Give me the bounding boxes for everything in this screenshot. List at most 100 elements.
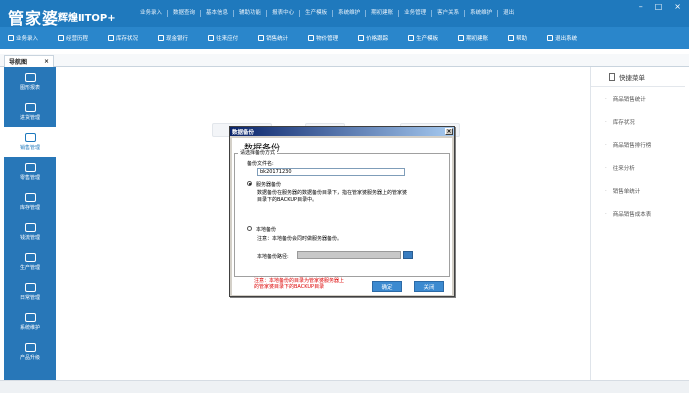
top-menu-item[interactable]: 数据查询 <box>168 10 202 17</box>
tab-close-icon[interactable]: × <box>44 58 49 65</box>
sidebar-item-daily[interactable]: 日常管理 <box>4 277 56 307</box>
quick-menu-item[interactable]: 库存状况 <box>591 110 685 133</box>
sidebar-item-system[interactable]: 系统维护 <box>4 307 56 337</box>
dialog-body: 数据备份 请选择备份方式 备份文件名: bk20171230 服务器备份 数据备… <box>232 138 452 295</box>
sidebar-item-charts[interactable]: 图形报表 <box>4 67 56 97</box>
toolbar-stock-button[interactable]: 库存状况 <box>108 34 138 42</box>
document-icon <box>609 72 615 81</box>
top-menu-item[interactable]: 辅助功能 <box>234 10 268 17</box>
title-bar: 管家婆 辉煌ⅡTOP+ 业务录入 数据查询 基本信息 辅助功能 报表中心 生产模… <box>0 0 689 28</box>
toolbar-entry-button[interactable]: 业务录入 <box>8 34 38 42</box>
sidebar-item-purchase[interactable]: 进货管理 <box>4 97 56 127</box>
home-icon <box>24 193 36 202</box>
toolbar-label: 价格跟踪 <box>366 36 389 42</box>
top-menu-item[interactable]: 系统维护 <box>333 10 367 17</box>
sidebar-item-production[interactable]: 生产管理 <box>4 247 56 277</box>
sidebar-item-retail[interactable]: 零售管理 <box>4 157 56 187</box>
toolbar-history-button[interactable]: 经营历程 <box>58 34 88 42</box>
dialog-title-bar: 数据备份 × <box>230 127 454 136</box>
sidebar-item-label: 产品升级 <box>19 355 40 361</box>
sidebar-item-label: 进货管理 <box>19 115 40 121</box>
top-menu-item[interactable]: 客户关系 <box>432 10 466 17</box>
tab-navigation[interactable]: 导航图 × <box>4 55 54 67</box>
server-backup-note: 数据备份在服务器的数据备份目录下，指在管家婆服务器上的管家婆目录下的BACKUP… <box>257 190 408 203</box>
goods-icon <box>308 35 315 41</box>
sales-icon <box>258 35 265 41</box>
app-logo: 管家婆 <box>8 9 60 28</box>
toolbar-payable-button[interactable]: 往来应付 <box>208 34 238 42</box>
toolbar-label: 期初建账 <box>466 36 489 42</box>
sidebar: 图形报表 进货管理 销售管理 零售管理 库存管理 钱流管理 生产管理 日常管理 … <box>4 67 56 380</box>
toolbar-label: 销售统计 <box>266 36 289 42</box>
sidebar-item-label: 销售管理 <box>19 145 40 151</box>
sidebar-item-sales[interactable]: 销售管理 <box>4 127 56 157</box>
toolbar-label: 生产模板 <box>416 36 439 42</box>
local-path-input[interactable] <box>297 251 401 259</box>
close-button[interactable]: 关闭 <box>414 281 444 292</box>
top-menu-item[interactable]: 退出 <box>498 10 519 17</box>
quick-menu-item[interactable]: 往来分析 <box>591 156 685 179</box>
app-window: 管家婆 辉煌ⅡTOP+ 业务录入 数据查询 基本信息 辅助功能 报表中心 生产模… <box>0 0 689 393</box>
top-menu-item[interactable]: 业务录入 <box>135 10 169 17</box>
browse-folder-button[interactable] <box>403 251 413 259</box>
backup-method-group: 请选择备份方式 备份文件名: bk20171230 服务器备份 数据备份在服务器… <box>234 149 450 277</box>
toolbar-help-button[interactable]: 帮助 <box>508 34 527 42</box>
top-menu-item[interactable]: 期初建账 <box>366 10 400 17</box>
toolbar-label: 帮助 <box>516 36 528 42</box>
ledger-icon <box>208 35 215 41</box>
top-menu-item[interactable]: 业务管理 <box>399 10 433 17</box>
sidebar-item-label: 钱流管理 <box>19 235 40 241</box>
toolbar: 业务录入 经营历程 库存状况 现金银行 往来应付 销售统计 物价管理 价格跟踪 … <box>0 27 689 49</box>
toolbar-production-button[interactable]: 生产模板 <box>408 34 438 42</box>
sidebar-item-label: 日常管理 <box>19 295 40 301</box>
toolbar-label: 经营历程 <box>66 36 89 42</box>
ok-button[interactable]: 确定 <box>372 281 402 292</box>
server-backup-radio[interactable] <box>247 181 252 186</box>
sidebar-item-inventory[interactable]: 库存管理 <box>4 187 56 217</box>
top-menu-item[interactable]: 报表中心 <box>267 10 301 17</box>
dialog-close-icon[interactable]: × <box>445 128 453 135</box>
top-menu-item[interactable]: 基本信息 <box>201 10 235 17</box>
toolbar-label: 退出系统 <box>555 36 578 42</box>
maximize-icon[interactable]: □ <box>655 2 663 11</box>
toolbar-cash-button[interactable]: 现金银行 <box>158 34 188 42</box>
toolbar-label: 现金银行 <box>166 36 189 42</box>
upload-icon <box>24 343 36 352</box>
toolbar-init-button[interactable]: 期初建账 <box>458 34 488 42</box>
footer-warning: 注意：本地备份的目录为管家婆服务器上的管家婆目录下的BACKUP目录 <box>254 278 345 290</box>
backup-file-input[interactable]: bk20171230 <box>257 168 405 176</box>
sidebar-item-finance[interactable]: 钱流管理 <box>4 217 56 247</box>
quick-menu-item[interactable]: 商品销售成本表 <box>591 202 685 225</box>
tools-icon <box>408 35 415 41</box>
quick-menu-title: 快捷菜单 <box>619 73 645 82</box>
sidebar-item-label: 零售管理 <box>19 175 40 181</box>
toolbar-goods-button[interactable]: 物价管理 <box>308 34 338 42</box>
local-backup-label: 本地备份 <box>256 227 277 233</box>
status-bar <box>0 380 689 393</box>
toolbar-sales-button[interactable]: 销售统计 <box>258 34 288 42</box>
dialog-title: 数据备份 <box>232 129 255 136</box>
window-controls: – □ × <box>639 2 681 11</box>
tag-icon <box>24 163 36 172</box>
backup-dialog: 数据备份 × 数据备份 请选择备份方式 备份文件名: bk20171230 服务… <box>229 126 455 297</box>
top-menu-item[interactable]: 系统维护 <box>465 10 499 17</box>
cart-icon <box>24 103 36 112</box>
tools-icon <box>24 253 36 262</box>
money-icon <box>24 223 36 232</box>
entry-icon <box>8 35 14 41</box>
close-icon[interactable]: × <box>674 2 681 11</box>
quick-menu-item[interactable]: 销售单统计 <box>591 179 685 202</box>
quick-menu-item[interactable]: 商品销售排行榜 <box>591 133 685 156</box>
toolbar-label: 物价管理 <box>316 36 339 42</box>
power-icon <box>547 35 554 41</box>
local-backup-radio[interactable] <box>247 226 252 231</box>
minimize-icon[interactable]: – <box>639 2 643 11</box>
top-menu-item[interactable]: 生产模板 <box>300 10 334 17</box>
sidebar-item-upgrade[interactable]: 产品升级 <box>4 337 56 367</box>
toolbar-price-button[interactable]: 价格跟踪 <box>358 34 388 42</box>
quick-menu-item[interactable]: 商品销售统计 <box>591 87 685 110</box>
quick-menu-header: 快捷菜单 <box>591 67 685 87</box>
sidebar-item-label: 图形报表 <box>19 85 40 91</box>
toolbar-label: 库存状况 <box>116 36 139 42</box>
toolbar-exit-button[interactable]: 退出系统 <box>547 34 577 42</box>
